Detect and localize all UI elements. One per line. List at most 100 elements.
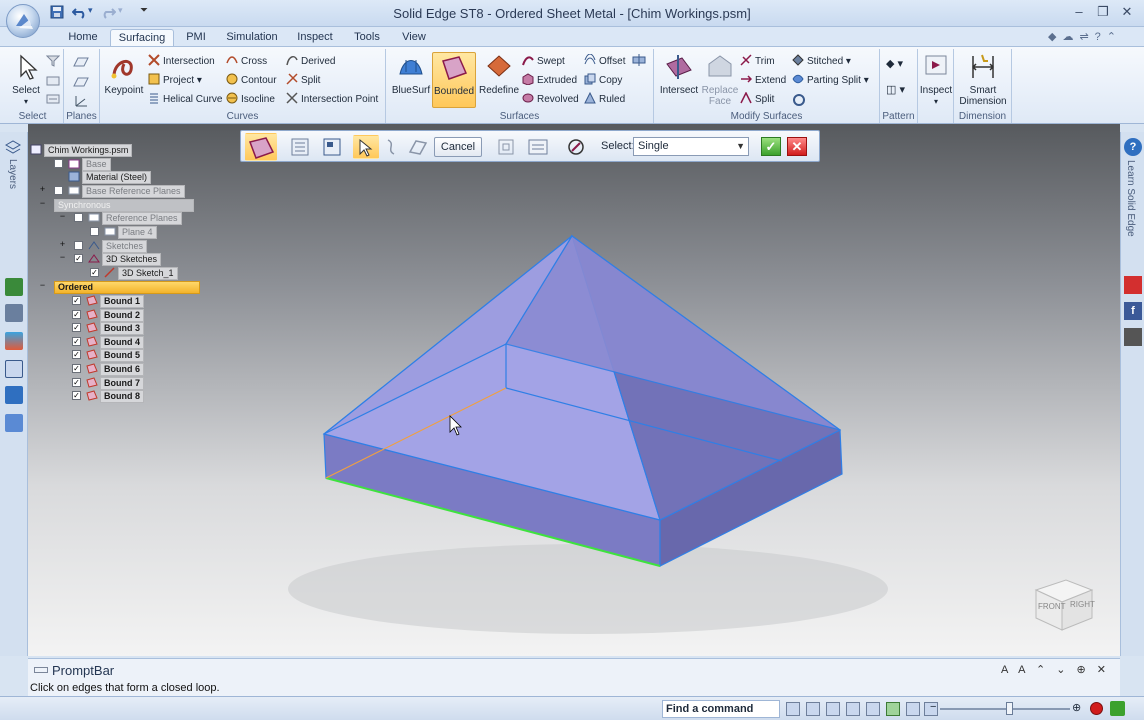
tree-node-3d-sketches[interactable]: − ✓ 3D Sketches xyxy=(58,253,162,266)
view-cube-right[interactable]: RIGHT xyxy=(1070,600,1095,609)
bound-checkbox[interactable]: ✓ xyxy=(72,309,81,319)
help-icon[interactable]: ? xyxy=(1124,138,1142,156)
tree-node-bound[interactable]: ✓ Bound 4 xyxy=(72,335,144,349)
tree-node-synchronous[interactable]: − Synchronous xyxy=(38,199,194,212)
select-button[interactable]: Select ▾ xyxy=(8,52,44,107)
tree-root[interactable]: Chim Workings.psm xyxy=(30,144,133,157)
filter-icon[interactable] xyxy=(45,55,61,67)
zoom-area-icon[interactable] xyxy=(806,702,820,716)
mirror-icon[interactable]: ◫ ▾ xyxy=(886,83,905,96)
collapse-minus-icon[interactable]: − xyxy=(38,199,47,209)
options-step-icon[interactable] xyxy=(287,135,313,159)
keypoint-button[interactable]: Keypoint xyxy=(102,52,146,96)
accept-button[interactable]: ✓ xyxy=(761,137,781,156)
redefine-button[interactable]: Redefine xyxy=(478,52,520,96)
edge-select-step-icon[interactable] xyxy=(353,135,379,159)
trim-button[interactable]: Trim xyxy=(740,53,775,70)
properties-step-icon[interactable] xyxy=(319,135,345,159)
reference-planes-checkbox[interactable] xyxy=(74,213,83,222)
view-orient-icon[interactable] xyxy=(786,702,800,716)
application-button[interactable] xyxy=(6,4,40,38)
inspect-button[interactable]: Inspect ▾ xyxy=(918,52,954,107)
split-surface-button[interactable]: Split xyxy=(740,91,774,108)
promptbar-grip-icon[interactable] xyxy=(34,667,48,673)
base-reference-planes-checkbox[interactable] xyxy=(54,186,63,195)
bound-checkbox[interactable]: ✓ xyxy=(72,377,81,387)
tree-node-base-reference-planes[interactable]: + Base Reference Planes xyxy=(38,185,185,198)
tree-node-bound[interactable]: ✓ Bound 7 xyxy=(72,376,144,390)
revolved-button[interactable]: Revolved xyxy=(522,91,579,108)
3d-sketch-1-checkbox[interactable]: ✓ xyxy=(90,268,99,277)
derived-button[interactable]: Derived xyxy=(286,53,335,70)
restore-button[interactable]: ❐ xyxy=(1092,3,1114,21)
tree-node-material[interactable]: Material (Steel) xyxy=(68,171,152,184)
pan-icon[interactable] xyxy=(866,702,880,716)
curve-select-icon[interactable] xyxy=(563,135,589,159)
swept-button[interactable]: Swept xyxy=(522,53,565,70)
surface-options-icon[interactable] xyxy=(792,93,806,110)
intersection-point-button[interactable]: Intersection Point xyxy=(286,91,378,108)
fit-icon[interactable] xyxy=(846,702,860,716)
tree-node-sketches[interactable]: + Sketches xyxy=(58,240,148,253)
plane-options-icon[interactable] xyxy=(72,75,90,92)
cross-button[interactable]: Cross xyxy=(226,53,267,70)
zoom-out-icon[interactable]: − xyxy=(930,701,936,713)
view-cube[interactable]: FRONT RIGHT xyxy=(1032,572,1096,634)
bound-checkbox[interactable]: ✓ xyxy=(72,323,81,333)
youtube-icon[interactable] xyxy=(1124,276,1142,294)
bound-checkbox[interactable]: ✓ xyxy=(72,364,81,373)
parting-split-button[interactable]: Parting Split ▾ xyxy=(792,72,869,89)
pathfinder-icon[interactable] xyxy=(5,278,23,296)
sensors-icon[interactable] xyxy=(5,414,23,432)
zoom-slider-thumb[interactable] xyxy=(1006,702,1013,715)
select-tools-icon[interactable] xyxy=(46,75,60,87)
reject-button[interactable]: ✕ xyxy=(787,137,807,156)
sketches-checkbox[interactable] xyxy=(74,241,83,250)
intersect-button[interactable]: Intersect xyxy=(658,52,700,96)
preview-icon[interactable] xyxy=(493,135,519,159)
layers-tab[interactable]: Layers xyxy=(4,140,22,196)
select-mode-dropdown[interactable]: Single ▼ xyxy=(633,137,749,156)
properties-icon[interactable] xyxy=(5,360,23,378)
project-button[interactable]: Project ▾ xyxy=(148,72,202,89)
bounded-step-icon[interactable] xyxy=(245,133,277,161)
stitched-button[interactable]: Stitched ▾ xyxy=(792,53,851,70)
command-options-icon[interactable] xyxy=(525,135,551,159)
tangency-step-icon[interactable] xyxy=(379,135,405,159)
upload-icon[interactable] xyxy=(1110,701,1125,716)
tree-node-base[interactable]: Base xyxy=(54,158,111,171)
close-button[interactable]: ✕ xyxy=(1116,3,1138,21)
shaded-view-icon[interactable] xyxy=(906,702,920,716)
library-icon[interactable] xyxy=(5,386,23,404)
tree-node-ordered[interactable]: − Ordered xyxy=(38,281,200,294)
pattern-icon[interactable]: ◆ ▾ xyxy=(886,57,903,70)
facebook-icon[interactable]: f xyxy=(1124,302,1142,320)
features-library-icon[interactable] xyxy=(5,304,23,322)
copy-button[interactable]: Copy xyxy=(584,72,622,89)
expand-plus-icon[interactable]: + xyxy=(58,240,67,250)
3d-sketches-checkbox[interactable]: ✓ xyxy=(74,254,83,263)
tree-node-bound[interactable]: ✓ Bound 5 xyxy=(72,349,144,363)
smart-dimension-button[interactable]: Smart Dimension xyxy=(956,52,1010,107)
helical-curve-button[interactable]: Helical Curve xyxy=(148,91,222,108)
surface-step-icon[interactable] xyxy=(405,135,431,159)
community-icon[interactable] xyxy=(1124,328,1142,346)
contour-button[interactable]: Contour xyxy=(226,72,277,89)
extend-button[interactable]: Extend xyxy=(740,72,786,89)
isocline-button[interactable]: Isocline xyxy=(226,91,275,108)
bounded-button[interactable]: Bounded xyxy=(432,52,476,108)
prompt-bar-controls[interactable]: A A ⌃ ⌄ ⊕ ✕ xyxy=(1001,663,1110,676)
tree-node-plane4[interactable]: Plane 4 xyxy=(90,226,157,239)
bound-checkbox[interactable]: ✓ xyxy=(72,296,81,305)
bound-checkbox[interactable]: ✓ xyxy=(72,350,81,360)
color-manager-icon[interactable] xyxy=(5,332,23,350)
record-icon[interactable] xyxy=(1090,702,1103,715)
intersection-button[interactable]: Intersection xyxy=(148,53,215,70)
coordinate-system-icon[interactable] xyxy=(72,93,90,112)
base-checkbox[interactable] xyxy=(54,159,63,168)
extruded-button[interactable]: Extruded xyxy=(522,72,577,89)
find-command-input[interactable]: Find a command xyxy=(662,700,780,718)
collapse-minus-icon[interactable]: − xyxy=(38,281,47,291)
ruled-button[interactable]: Ruled xyxy=(584,91,625,108)
zoom-slider[interactable] xyxy=(940,708,1070,710)
